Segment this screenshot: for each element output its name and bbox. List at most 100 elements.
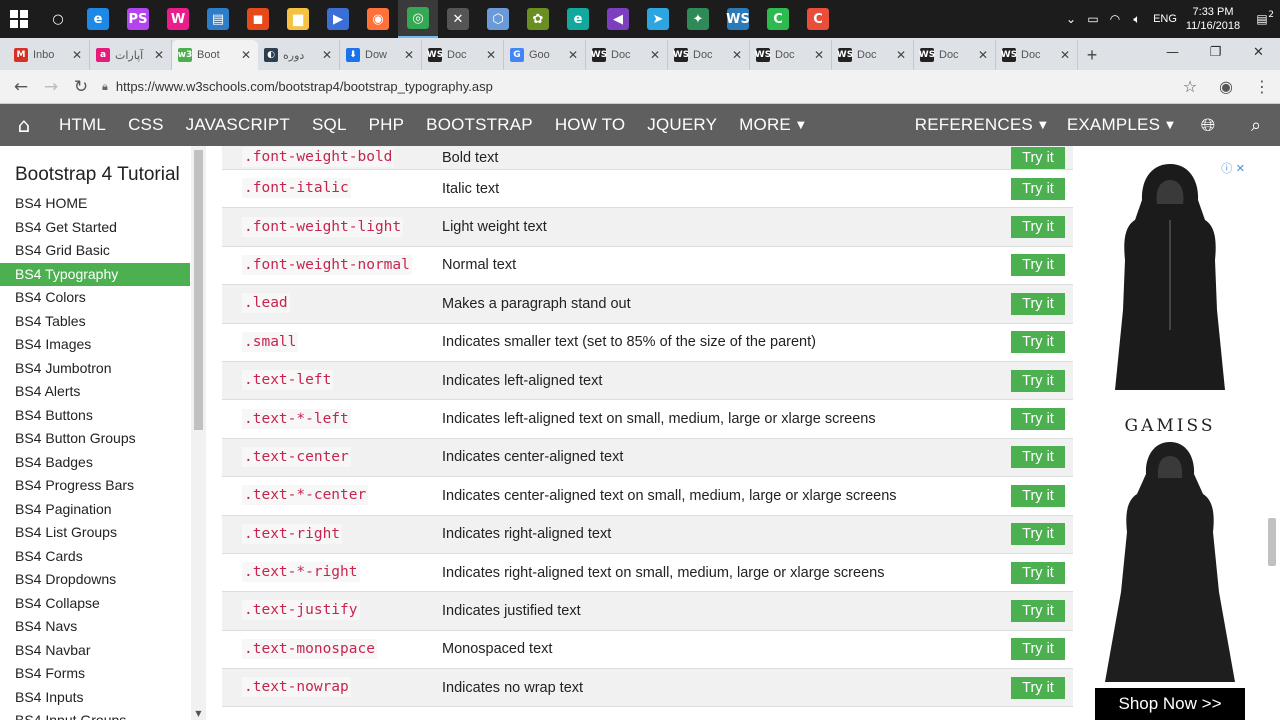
sidebar-item-bs4-images[interactable]: BS4 Images: [0, 333, 190, 357]
nav-link-sql[interactable]: SQL: [301, 104, 358, 146]
box-taskbar-icon[interactable]: ⬡: [478, 0, 518, 38]
browser-tab[interactable]: G Goo ✕: [504, 40, 586, 70]
browser-tab[interactable]: WS Doc ✕: [832, 40, 914, 70]
telegram-taskbar-icon[interactable]: ➤: [638, 0, 678, 38]
try-it-button[interactable]: Try it: [1011, 676, 1065, 699]
page-scroll-thumb[interactable]: [1268, 518, 1276, 566]
sidebar-scrollbar[interactable]: ▼: [191, 146, 206, 720]
try-it-button[interactable]: Try it: [1011, 369, 1065, 392]
globe-icon[interactable]: 🌐︎: [1184, 115, 1232, 136]
sidebar-item-bs4-pagination[interactable]: BS4 Pagination: [0, 498, 190, 522]
try-it-button[interactable]: Try it: [1011, 331, 1065, 354]
nav-link-more[interactable]: MORE ▼: [728, 104, 816, 146]
sidebar-item-bs4-tables[interactable]: BS4 Tables: [0, 310, 190, 334]
tab-close-icon[interactable]: ✕: [731, 48, 743, 62]
tab-close-icon[interactable]: ✕: [567, 48, 579, 62]
try-it-button[interactable]: Try it: [1011, 561, 1065, 584]
tab-close-icon[interactable]: ✕: [649, 48, 661, 62]
browser-tab[interactable]: w3 Boot ✕: [172, 40, 258, 70]
url-field[interactable]: 🔒︎ https://www.w3schools.com/bootstrap4/…: [102, 73, 1172, 101]
browser-tab[interactable]: WS Doc ✕: [422, 40, 504, 70]
try-it-button[interactable]: Try it: [1011, 446, 1065, 469]
tab-close-icon[interactable]: ✕: [813, 48, 825, 62]
sidebar-item-bs4-progress-bars[interactable]: BS4 Progress Bars: [0, 474, 190, 498]
minimize-icon[interactable]: —: [1151, 38, 1194, 66]
nav-link-bootstrap[interactable]: BOOTSTRAP: [415, 104, 544, 146]
page-scrollbar[interactable]: [1263, 146, 1280, 720]
try-it-button[interactable]: Try it: [1011, 177, 1065, 200]
browser-tab[interactable]: WS Doc ✕: [750, 40, 832, 70]
ws-taskbar-icon[interactable]: WS: [718, 0, 758, 38]
sidebar-item-bs4-badges[interactable]: BS4 Badges: [0, 451, 190, 475]
sidebar-item-bs4-dropdowns[interactable]: BS4 Dropdowns: [0, 568, 190, 592]
try-it-button[interactable]: Try it: [1011, 638, 1065, 661]
sidebar-item-bs4-collapse[interactable]: BS4 Collapse: [0, 592, 190, 616]
tab-close-icon[interactable]: ✕: [240, 48, 252, 62]
cortana-taskbar-icon[interactable]: ○: [38, 0, 78, 38]
new-tab-button[interactable]: +: [1078, 40, 1106, 70]
try-it-button[interactable]: Try it: [1011, 523, 1065, 546]
tab-close-icon[interactable]: ✕: [71, 48, 83, 62]
globe-taskbar-icon[interactable]: ✦: [678, 0, 718, 38]
sidebar-item-bs4-colors[interactable]: BS4 Colors: [0, 286, 190, 310]
notepad-taskbar-icon[interactable]: ▤: [198, 0, 238, 38]
browser-tab[interactable]: ◐ دوره ✕: [258, 40, 340, 70]
nav-references[interactable]: REFERENCES ▼: [905, 104, 1057, 146]
tab-close-icon[interactable]: ✕: [1059, 48, 1071, 62]
browser-tab[interactable]: M Inbo ✕: [8, 40, 90, 70]
camtasia-taskbar-icon[interactable]: C: [758, 0, 798, 38]
sidebar-item-bs4-buttons[interactable]: BS4 Buttons: [0, 404, 190, 428]
visual-studio-taskbar-icon[interactable]: ◀: [598, 0, 638, 38]
reload-icon[interactable]: ↻: [66, 72, 96, 102]
try-it-button[interactable]: Try it: [1011, 292, 1065, 315]
sidebar-item-bs4-home[interactable]: BS4 HOME: [0, 192, 190, 216]
sidebar-scroll-thumb[interactable]: [194, 150, 203, 430]
webstorm-taskbar-icon[interactable]: W: [158, 0, 198, 38]
xampp-taskbar-icon[interactable]: ✿: [518, 0, 558, 38]
try-it-button[interactable]: Try it: [1011, 599, 1065, 622]
restore-icon[interactable]: ❐: [1194, 38, 1237, 66]
profile-icon[interactable]: ◉: [1208, 77, 1244, 96]
scroll-down-arrow-icon[interactable]: ▼: [191, 709, 206, 718]
sidebar-item-bs4-list-groups[interactable]: BS4 List Groups: [0, 521, 190, 545]
sidebar-item-bs4-alerts[interactable]: BS4 Alerts: [0, 380, 190, 404]
sidebar-item-bs4-jumbotron[interactable]: BS4 Jumbotron: [0, 357, 190, 381]
sidebar-item-bs4-inputs[interactable]: BS4 Inputs: [0, 686, 190, 710]
tab-close-icon[interactable]: ✕: [153, 48, 165, 62]
tab-close-icon[interactable]: ✕: [977, 48, 989, 62]
browser-tab[interactable]: ⬇ Dow ✕: [340, 40, 422, 70]
search-icon[interactable]: ⌕: [1232, 115, 1280, 136]
home-icon[interactable]: ⌂: [0, 104, 48, 146]
menu-dots-icon[interactable]: ⋮: [1244, 77, 1280, 96]
windows-start-icon[interactable]: [0, 0, 38, 38]
sidebar-item-bs4-input-groups[interactable]: BS4 Input Groups: [0, 709, 190, 720]
wifi-icon[interactable]: ◠: [1104, 12, 1126, 26]
nav-link-html[interactable]: HTML: [48, 104, 117, 146]
shop-now-button[interactable]: Shop Now >>: [1095, 688, 1245, 720]
explorer-taskbar-icon[interactable]: ▆: [278, 0, 318, 38]
app-e-taskbar-icon[interactable]: e: [558, 0, 598, 38]
nav-link-javascript[interactable]: JAVASCRIPT: [175, 104, 301, 146]
try-it-button[interactable]: Try it: [1011, 484, 1065, 507]
tab-close-icon[interactable]: ✕: [321, 48, 333, 62]
sidebar-item-bs4-cards[interactable]: BS4 Cards: [0, 545, 190, 569]
try-it-button[interactable]: Try it: [1011, 408, 1065, 431]
sidebar-item-bs4-navbar[interactable]: BS4 Navbar: [0, 639, 190, 663]
sidebar-item-bs4-get-started[interactable]: BS4 Get Started: [0, 216, 190, 240]
browser-tab[interactable]: WS Doc ✕: [914, 40, 996, 70]
nav-examples[interactable]: EXAMPLES ▼: [1057, 104, 1184, 146]
office-taskbar-icon[interactable]: ◼: [238, 0, 278, 38]
try-it-button[interactable]: Try it: [1011, 146, 1065, 169]
bookmark-star-icon[interactable]: ☆: [1172, 77, 1208, 96]
browser-tab[interactable]: a آپارات ✕: [90, 40, 172, 70]
advertisement[interactable]: ⓘ ✕ GAMISS Shop Now >>: [1095, 160, 1245, 720]
nav-link-php[interactable]: PHP: [358, 104, 416, 146]
language-indicator[interactable]: ENG: [1148, 13, 1182, 25]
close-window-icon[interactable]: ✕: [1237, 38, 1280, 66]
chrome-taskbar-icon[interactable]: ◎: [398, 0, 438, 38]
sidebar-item-bs4-forms[interactable]: BS4 Forms: [0, 662, 190, 686]
battery-icon[interactable]: ▭: [1082, 12, 1104, 26]
player-taskbar-icon[interactable]: ▶: [318, 0, 358, 38]
try-it-button[interactable]: Try it: [1011, 216, 1065, 239]
tab-close-icon[interactable]: ✕: [485, 48, 497, 62]
